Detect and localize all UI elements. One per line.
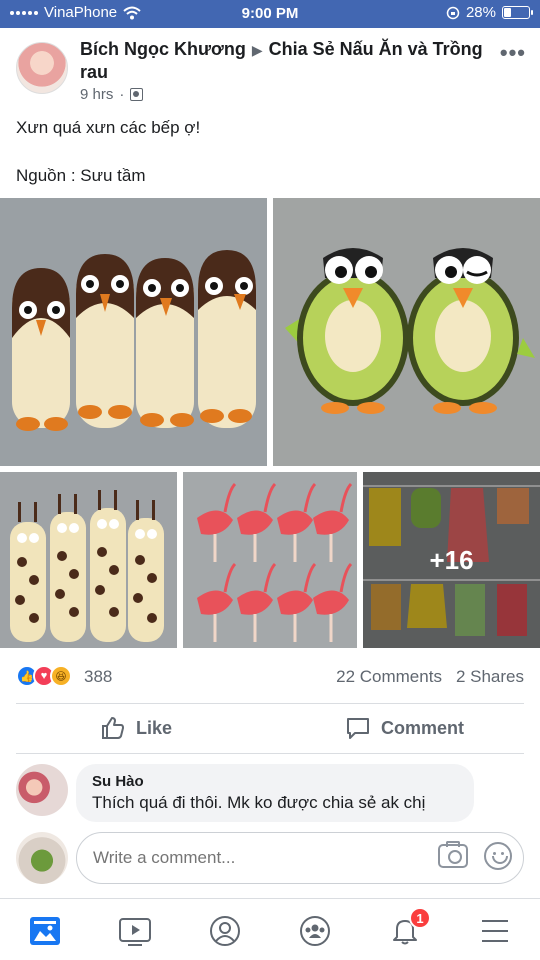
comments-count[interactable]: 22 Comments bbox=[336, 667, 442, 687]
battery-fill bbox=[504, 8, 511, 17]
author-line: Bích Ngọc Khương ▶ Chia Sẻ Nấu Ăn và Trồng… bbox=[80, 38, 490, 83]
engagement-counts: 22 Comments 2 Shares bbox=[336, 667, 524, 687]
more-photos-overlay: +16 bbox=[363, 472, 540, 648]
divider bbox=[16, 753, 524, 754]
post-time[interactable]: 9 hrs bbox=[80, 86, 113, 103]
more-icon[interactable]: ••• bbox=[500, 40, 526, 66]
lock-rotation-icon bbox=[446, 6, 460, 19]
groups-icon bbox=[300, 916, 330, 946]
commenter-avatar[interactable] bbox=[16, 764, 68, 816]
banana-giraffes-image bbox=[0, 472, 177, 648]
post-text-line: Nguồn : Sưu tầm bbox=[16, 166, 146, 185]
bottom-nav: 1 bbox=[0, 898, 540, 960]
smile-icon[interactable] bbox=[484, 842, 512, 870]
comment-input-icons bbox=[438, 841, 512, 870]
post-actions: Like Comment bbox=[0, 705, 540, 751]
post-meta: 9 hrs · bbox=[80, 86, 144, 103]
triangle-right-icon: ▶ bbox=[251, 42, 263, 58]
nav-notifications[interactable]: 1 bbox=[387, 907, 431, 949]
reactions-bar: 👍 ♥ 😆 388 22 Comments 2 Shares bbox=[0, 660, 540, 694]
post-text-line: Xưn quá xưn các bếp ợ! bbox=[16, 118, 201, 137]
thumbs-up-icon bbox=[102, 717, 124, 739]
post-header: Bích Ngọc Khương ▶ Chia Sẻ Nấu Ăn và Trồng… bbox=[0, 28, 540, 108]
menu-icon bbox=[482, 920, 508, 942]
like-label: Like bbox=[136, 717, 173, 738]
divider bbox=[16, 703, 524, 704]
comment-icon bbox=[347, 718, 369, 739]
battery-percent: 28% bbox=[465, 4, 496, 21]
watch-icon bbox=[119, 918, 151, 946]
battery-icon bbox=[502, 6, 533, 19]
more-photos-count: +16 bbox=[429, 544, 474, 575]
avocado-penguins-image bbox=[273, 198, 540, 466]
photo-watermelon-flamingos[interactable] bbox=[183, 472, 357, 648]
watermelon-flamingos-image bbox=[183, 472, 357, 648]
my-avatar bbox=[16, 832, 68, 884]
photo-fruit-clothes[interactable]: +16 bbox=[363, 472, 540, 648]
haha-reaction-icon: 😆 bbox=[50, 665, 72, 687]
profile-icon bbox=[210, 916, 240, 946]
comment-button[interactable]: Comment bbox=[345, 705, 464, 751]
comment-bubble[interactable]: Su Hào Thích quá đi thôi. Mk ko được chi… bbox=[76, 764, 474, 822]
author-avatar[interactable] bbox=[16, 42, 68, 94]
photo-grid: +16 bbox=[0, 198, 540, 650]
nav-menu[interactable] bbox=[477, 913, 513, 949]
like-button[interactable]: Like bbox=[100, 705, 172, 751]
comment-text: Thích quá đi thôi. Mk ko được chia sẻ ak… bbox=[92, 793, 426, 812]
write-comment-row bbox=[0, 830, 540, 886]
nav-profile[interactable] bbox=[207, 913, 243, 949]
author-name[interactable]: Bích Ngọc Khương bbox=[80, 39, 246, 59]
commenter-name[interactable]: Su Hào bbox=[92, 772, 458, 792]
comment-label: Comment bbox=[381, 717, 465, 738]
news-feed-icon bbox=[30, 917, 60, 945]
photo-avocado-penguins[interactable] bbox=[273, 198, 540, 466]
shares-count[interactable]: 2 Shares bbox=[456, 667, 524, 687]
status-bar: VinaPhone 9:00 PM 28% bbox=[0, 0, 540, 28]
camera-icon[interactable] bbox=[438, 841, 468, 868]
reaction-count[interactable]: 388 bbox=[84, 667, 112, 687]
nav-groups[interactable] bbox=[297, 913, 333, 949]
nav-news-feed[interactable] bbox=[27, 913, 63, 949]
photo-banana-penguins[interactable] bbox=[0, 198, 267, 466]
photo-banana-giraffes[interactable] bbox=[0, 472, 177, 648]
notification-badge: 1 bbox=[409, 907, 431, 929]
dot-separator: · bbox=[119, 86, 125, 103]
audience-icon bbox=[130, 88, 144, 101]
reaction-icons[interactable]: 👍 ♥ 😆 bbox=[16, 665, 72, 687]
status-right: 28% bbox=[446, 4, 533, 21]
banana-penguins-image bbox=[0, 198, 267, 466]
comment-item: Su Hào Thích quá đi thôi. Mk ko được chi… bbox=[0, 760, 540, 826]
nav-watch[interactable] bbox=[117, 913, 153, 949]
